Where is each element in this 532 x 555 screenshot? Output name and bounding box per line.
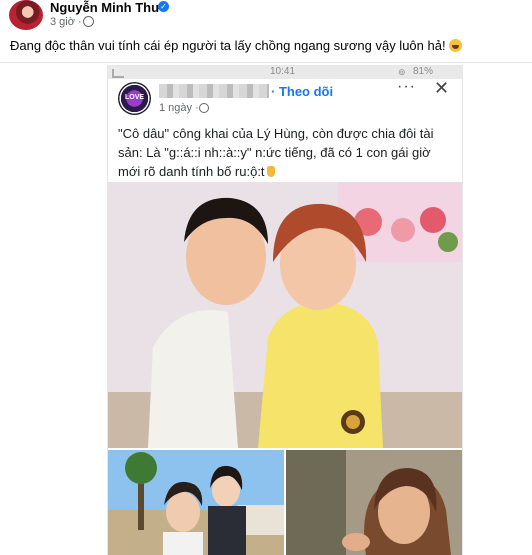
family-photo [108, 450, 284, 555]
laughing-emoji-icon [448, 39, 462, 52]
author-avatar[interactable] [9, 0, 43, 30]
signal-icon [112, 69, 124, 78]
post-caption: Đang độc thân vui tính cái ép người ta l… [10, 38, 462, 53]
shot-post-text: "Cô dâu" công khai của Lý Hùng, còn được… [118, 124, 458, 181]
shot-post-timestamp: 1 ngày · [159, 102, 199, 114]
globe-icon [83, 16, 94, 27]
battery-level: 81% [413, 66, 434, 77]
more-options-icon: ··· [397, 78, 416, 95]
page-avatar: LOVE [118, 82, 151, 115]
verified-badge-icon: ✓ [158, 1, 169, 12]
family-photo-illustration [108, 450, 284, 555]
author-name[interactable]: Nguyễn Minh Thư [50, 0, 161, 15]
portrait-photo-illustration [286, 450, 462, 555]
page-avatar-logo-text: LOVE [124, 94, 145, 101]
couple-photo-illustration [108, 182, 462, 448]
wifi-icon: ⊚ [398, 67, 406, 77]
shot-text-line: mới rõ danh tính bố ru:ộ:t [118, 162, 458, 181]
follow-link: · Theo dõi [271, 84, 334, 99]
globe-icon [199, 103, 209, 113]
portrait-photo [286, 450, 462, 555]
pointing-down-emoji-icon [266, 166, 275, 177]
caption-text: Đang độc thân vui tính cái ép người ta l… [10, 38, 446, 53]
status-time: 10:41 [270, 66, 296, 77]
post-timestamp[interactable]: 3 giờ · [50, 16, 82, 28]
shot-text-line: sản: Là "g::á::i nh::à::y" n:ức tiếng, đ… [118, 145, 431, 160]
divider [0, 62, 532, 63]
post-header: Nguyễn Minh Thư ✓ 3 giờ · [0, 0, 532, 34]
embedded-screenshot[interactable]: 10:41 ⊚ 81% LOVE · Theo dõi ··· ✕ 1 ngày… [108, 66, 462, 555]
shot-text-line: "Cô dâu" công khai của Lý Hùng, còn được… [118, 126, 434, 141]
shot-text-line3: mới rõ danh tính bố ru:ộ:t [118, 164, 265, 179]
couple-photo [108, 182, 462, 448]
close-icon: ✕ [434, 78, 450, 98]
blurred-page-name [159, 84, 269, 98]
